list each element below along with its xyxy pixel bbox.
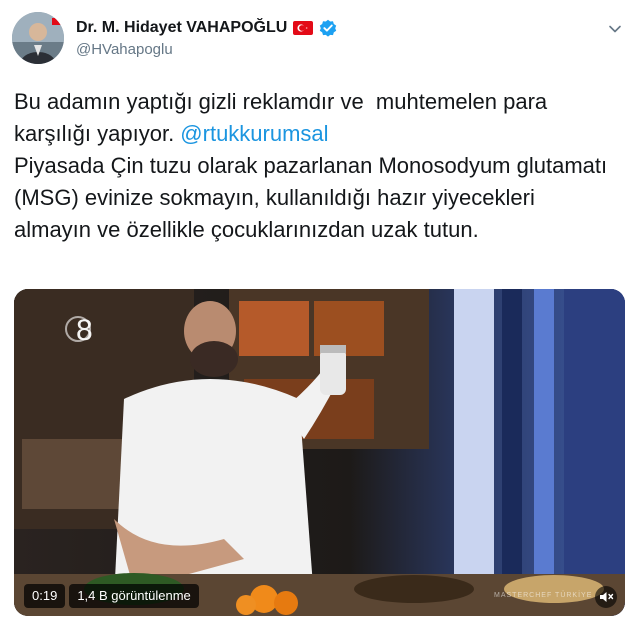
scene-number: 8 [76, 314, 93, 347]
tweet-text: Bu adamın yaptığı gizli reklamdır ve muh… [14, 86, 614, 246]
tweet-card: Dr. M. Hidayet VAHAPOĞLU @HVahapoglu Bu … [0, 0, 640, 629]
verified-badge-icon [319, 19, 337, 37]
display-name[interactable]: Dr. M. Hidayet VAHAPOĞLU [76, 19, 287, 37]
video-overlay: 0:19 1,4 B görüntülenme [24, 584, 199, 608]
display-name-row: Dr. M. Hidayet VAHAPOĞLU [76, 18, 337, 38]
author-handle[interactable]: @HVahapoglu [76, 41, 337, 58]
author-avatar[interactable] [12, 12, 64, 64]
view-count: 1,4 B görüntülenme [69, 584, 199, 608]
video-watermark: MASTERCHEF TÜRKİYE [494, 592, 593, 599]
chevron-down-icon[interactable] [606, 20, 624, 38]
video-duration: 0:19 [24, 584, 66, 608]
mention-link[interactable]: @rtukkurumsal [180, 121, 328, 146]
author-names: Dr. M. Hidayet VAHAPOĞLU @HVahapoglu [76, 18, 337, 58]
video-player[interactable]: 8 0:19 1,4 B görüntülenme MASTERCHEF TÜR… [14, 289, 625, 616]
tweet-header: Dr. M. Hidayet VAHAPOĞLU @HVahapoglu [12, 10, 628, 66]
volume-icon[interactable] [595, 586, 617, 608]
tweet-text-part-2: Piyasada Çin tuzu olarak pazarlanan Mono… [14, 153, 608, 242]
turkey-flag-icon [293, 21, 314, 35]
video-frame: 8 [14, 289, 625, 616]
